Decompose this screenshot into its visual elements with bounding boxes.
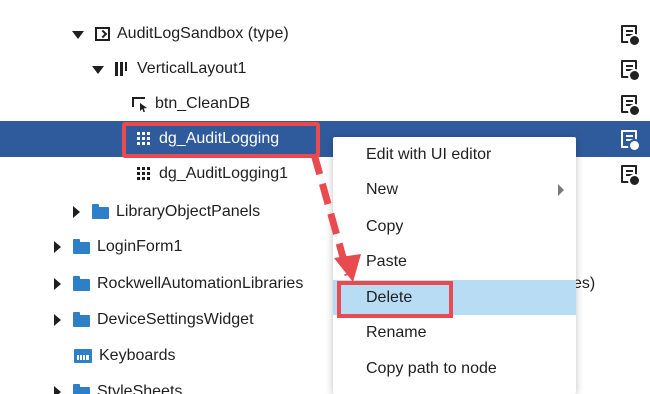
tree-row-verticallayout1[interactable]: VerticalLayout1	[0, 51, 650, 87]
button-icon	[132, 96, 148, 112]
menu-item-new[interactable]: New	[333, 172, 576, 207]
tree-label-verticallayout1: VerticalLayout1	[137, 60, 247, 77]
type-icon	[95, 27, 110, 41]
tree-row-content: AuditLogSandbox (type)	[72, 16, 289, 52]
menu-item-label: Delete	[366, 288, 413, 306]
menu-item-label: Rename	[366, 323, 427, 341]
tree-row-content: DeviceSettingsWidget	[54, 302, 254, 338]
vertical-layout-icon	[115, 62, 130, 76]
tree-label-keyboards: Keyboards	[99, 347, 176, 364]
document-gear-icon[interactable]	[621, 165, 639, 185]
tree-row-auditlogsandbox[interactable]: AuditLogSandbox (type)	[0, 16, 650, 52]
menu-item-label: Copy path to node	[366, 359, 497, 377]
tree-label-rockwellautomationlibraries: RockwellAutomationLibraries	[97, 275, 304, 292]
tree-label-overflow-tail: es)	[573, 275, 596, 292]
menu-item-rename[interactable]: Rename	[333, 315, 576, 350]
tree-row-content: btn_CleanDB	[132, 86, 250, 122]
grid-icon	[137, 131, 152, 147]
document-gear-icon[interactable]	[621, 60, 639, 80]
menu-item-copy[interactable]: Copy	[333, 209, 576, 244]
context-menu: Edit with UI editor New Copy Paste Delet…	[333, 137, 576, 394]
tree-row-btn-cleandb[interactable]: btn_CleanDB	[0, 86, 650, 122]
chevron-down-icon[interactable]	[92, 66, 104, 74]
tree-row-content: RockwellAutomationLibraries	[54, 266, 303, 302]
tree-label-stylesheets: StyleSheets	[97, 383, 183, 394]
tree-label-devicesettingswidget: DeviceSettingsWidget	[97, 311, 254, 328]
tree-row-content: dg_AuditLogging1	[137, 156, 288, 192]
tree-label-loginform1: LoginForm1	[97, 238, 183, 255]
tree-label-dg-auditlogging1: dg_AuditLogging1	[159, 165, 289, 182]
folder-icon	[92, 203, 109, 219]
tree-row-content: Keyboards	[74, 338, 176, 374]
chevron-right-icon	[558, 184, 564, 196]
menu-item-label: New	[366, 180, 399, 198]
menu-item-label: Edit with UI editor	[366, 145, 492, 163]
folder-icon	[73, 383, 90, 394]
project-tree-context-menu-screen: AuditLogSandbox (type) VerticalLayout1 b…	[0, 0, 650, 394]
tree-row-content: dg_AuditLogging	[137, 121, 279, 157]
chevron-down-icon[interactable]	[72, 31, 84, 39]
tree-row-content: LoginForm1	[54, 229, 182, 265]
tree-label-btn-cleandb: btn_CleanDB	[155, 95, 251, 112]
chevron-right-icon[interactable]	[54, 241, 61, 253]
document-gear-icon[interactable]	[621, 95, 639, 115]
tree-row-content: LibraryObjectPanels	[73, 194, 260, 230]
document-gear-icon[interactable]	[621, 130, 639, 150]
tree-row-content: StyleSheets	[54, 374, 182, 394]
document-gear-icon[interactable]	[621, 25, 639, 45]
menu-item-label: Paste	[366, 252, 407, 270]
chevron-right-icon[interactable]	[54, 386, 61, 394]
folder-icon	[73, 311, 90, 327]
menu-item-paste[interactable]: Paste	[333, 244, 576, 279]
menu-item-label: Copy	[366, 217, 404, 235]
keyboard-icon	[74, 349, 92, 363]
folder-icon	[73, 238, 90, 254]
chevron-right-icon[interactable]	[54, 314, 61, 326]
chevron-right-icon[interactable]	[54, 278, 61, 290]
menu-item-delete[interactable]: Delete	[333, 280, 576, 315]
menu-item-edit-with-ui-editor[interactable]: Edit with UI editor	[333, 137, 576, 172]
tree-label-libraryobjectpanels: LibraryObjectPanels	[116, 203, 261, 220]
chevron-right-icon[interactable]	[73, 206, 80, 218]
tree-label-dg-auditlogging: dg_AuditLogging	[159, 130, 280, 147]
folder-icon	[73, 275, 90, 291]
grid-icon	[137, 166, 152, 182]
tree-label-auditlogsandbox: AuditLogSandbox (type)	[117, 25, 289, 42]
menu-item-copy-path-to-node[interactable]: Copy path to node	[333, 351, 576, 386]
tree-row-content: VerticalLayout1	[92, 51, 246, 87]
